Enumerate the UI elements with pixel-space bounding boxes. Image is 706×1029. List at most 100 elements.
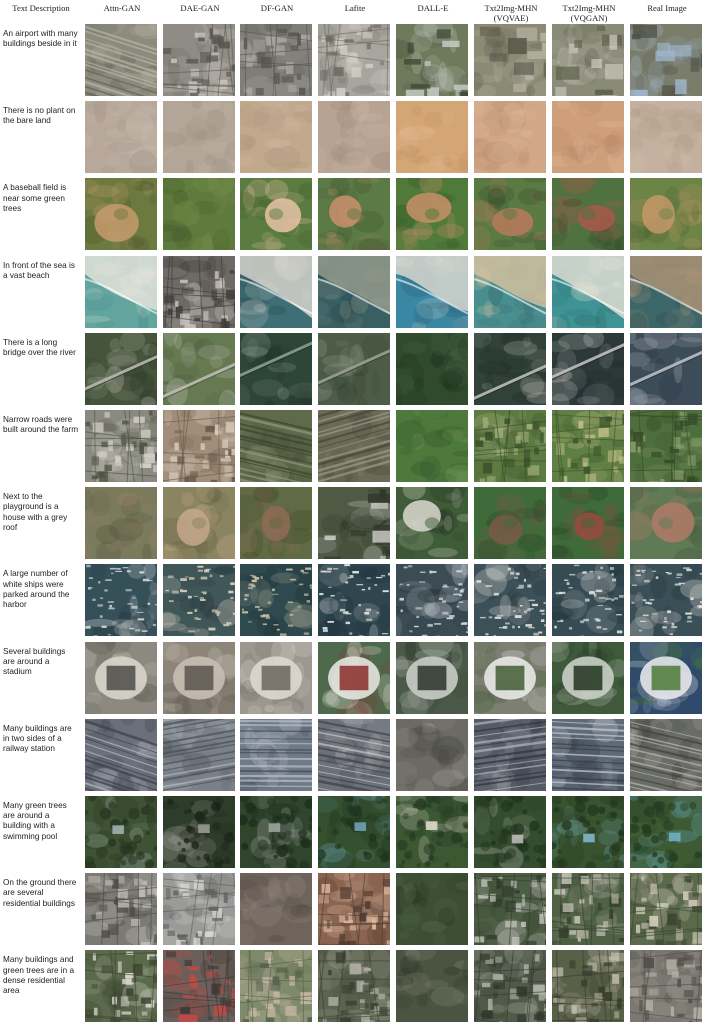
generated-image-tile	[240, 178, 312, 251]
comparison-figure: Text Description Attn-GAN DAE-GAN DF-GAN Laf…	[0, 0, 706, 1029]
generated-image-tile	[396, 332, 468, 405]
generated-image-tile	[630, 178, 702, 251]
generated-image-tile	[630, 101, 702, 174]
generated-image-tile	[474, 718, 546, 791]
generated-image-tile	[396, 564, 468, 637]
aerial-texture	[552, 564, 624, 637]
column-header-label: Txt2Img-MHN (VQGAN)	[562, 3, 616, 23]
aerial-texture	[85, 564, 157, 637]
aerial-texture	[396, 178, 468, 251]
aerial-texture	[630, 718, 702, 791]
column-header-label: Real Image	[647, 3, 687, 13]
column-header-label: Txt2Img-MHN (VQVAE)	[484, 3, 538, 23]
generated-image-tile	[318, 332, 390, 405]
generated-image-tile	[552, 487, 624, 560]
generated-image-tile	[318, 873, 390, 946]
generated-image-tile	[240, 255, 312, 328]
row-description: In front of the sea is a vast beach	[3, 260, 75, 280]
aerial-texture	[163, 178, 235, 251]
generated-image-tile	[163, 101, 235, 174]
generated-image-tile	[318, 178, 390, 251]
aerial-texture	[396, 796, 468, 868]
generated-image-tile	[396, 410, 468, 482]
aerial-texture	[163, 873, 235, 946]
aerial-texture	[630, 178, 702, 251]
aerial-texture	[474, 950, 546, 1023]
aerial-texture	[552, 796, 624, 868]
aerial-texture	[396, 255, 468, 328]
aerial-texture	[85, 178, 157, 251]
generated-image-tile	[396, 255, 468, 328]
row-description: Many buildings are in two sides of a rai…	[3, 723, 72, 754]
aerial-texture	[396, 564, 468, 637]
generated-image-tile	[163, 487, 235, 560]
generated-image-tile	[474, 950, 546, 1023]
generated-image-tile	[85, 410, 157, 482]
aerial-texture	[474, 718, 546, 791]
aerial-texture	[240, 101, 312, 174]
aerial-texture	[630, 873, 702, 946]
generated-image-tile	[85, 950, 157, 1023]
row-description: Many green trees are around a building w…	[3, 801, 67, 841]
generated-image-tile	[552, 410, 624, 482]
generated-image-tile	[552, 796, 624, 868]
aerial-texture	[396, 641, 468, 714]
generated-image-tile	[85, 487, 157, 560]
generated-image-tile	[163, 796, 235, 868]
aerial-texture	[85, 796, 157, 868]
generated-image-tile	[240, 24, 312, 96]
aerial-texture	[163, 796, 235, 868]
aerial-texture	[396, 873, 468, 946]
row-description: A baseball field is near some green tree…	[3, 183, 67, 213]
aerial-texture	[396, 487, 468, 560]
generated-image-tile	[163, 255, 235, 328]
aerial-texture	[630, 950, 702, 1023]
generated-image-tile	[240, 332, 312, 405]
generated-image-tile	[630, 410, 702, 482]
generated-image-tile	[396, 487, 468, 560]
aerial-texture	[318, 718, 390, 791]
row-description: An airport with many buildings beside in…	[3, 29, 78, 49]
aerial-texture	[474, 873, 546, 946]
aerial-texture	[163, 641, 235, 714]
generated-image-tile	[318, 718, 390, 791]
generated-image-tile	[474, 101, 546, 174]
generated-image-tile	[552, 101, 624, 174]
aerial-texture	[240, 718, 312, 791]
generated-image-tile	[552, 332, 624, 405]
aerial-texture	[318, 641, 390, 714]
aerial-texture	[630, 24, 702, 96]
generated-image-tile	[474, 564, 546, 637]
aerial-texture	[318, 332, 390, 405]
generated-image-tile	[240, 796, 312, 868]
aerial-texture	[85, 950, 157, 1023]
column-header-label: Attn-GAN	[103, 3, 141, 13]
generated-image-tile	[396, 950, 468, 1023]
generated-image-tile	[240, 487, 312, 560]
row-description: A large number of white ships were parke…	[3, 569, 70, 609]
generated-image-tile	[163, 718, 235, 791]
aerial-texture	[318, 255, 390, 328]
generated-image-tile	[318, 24, 390, 96]
column-header-label: DAE-GAN	[180, 3, 220, 13]
aerial-texture	[474, 332, 546, 405]
aerial-texture	[474, 410, 546, 482]
aerial-texture	[163, 410, 235, 482]
aerial-texture	[552, 487, 624, 560]
aerial-texture	[630, 255, 702, 328]
aerial-texture	[85, 255, 157, 328]
aerial-texture	[552, 24, 624, 96]
aerial-texture	[163, 101, 235, 174]
generated-image-tile	[163, 410, 235, 482]
aerial-texture	[163, 332, 235, 405]
generated-image-tile	[552, 641, 624, 714]
aerial-texture	[474, 101, 546, 174]
generated-image-tile	[474, 332, 546, 405]
generated-image-tile	[163, 332, 235, 405]
generated-image-tile	[318, 410, 390, 482]
generated-image-tile	[318, 255, 390, 328]
generated-image-tile	[318, 796, 390, 868]
generated-image-tile	[318, 101, 390, 174]
aerial-texture	[318, 178, 390, 251]
generated-image-tile	[396, 718, 468, 791]
